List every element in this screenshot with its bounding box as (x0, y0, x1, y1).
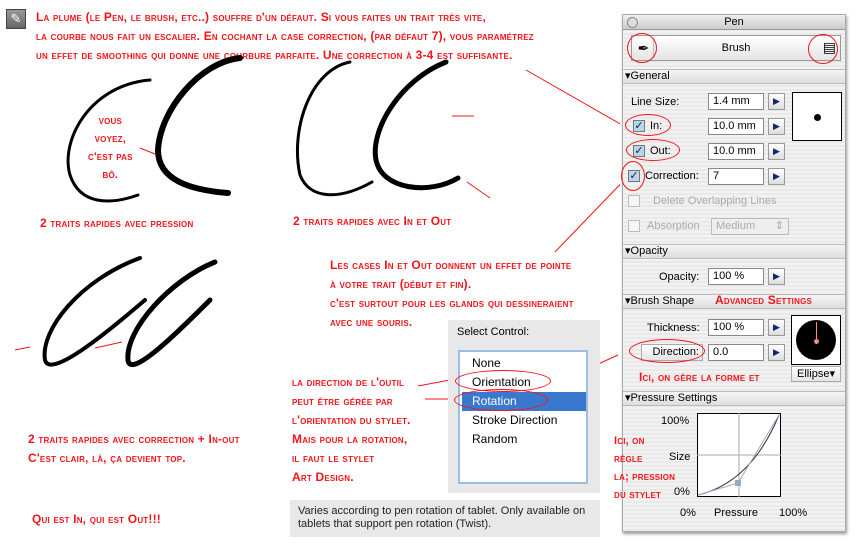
direction-field[interactable]: 0.0 (708, 344, 764, 361)
absorption-label: Absorption (647, 220, 700, 232)
pression-note: Ici, on règle la; pression du stylet (614, 435, 676, 501)
option-stroke-direction[interactable]: Stroke Direction (462, 411, 586, 430)
correction-arrow[interactable]: ▶ (768, 168, 785, 185)
section-opacity[interactable]: ▾Opacity (623, 244, 845, 259)
direction-arrow[interactable]: ▶ (768, 344, 785, 361)
delete-overlap-checkbox[interactable] (628, 195, 640, 207)
opacity-arrow[interactable]: ▶ (768, 268, 785, 285)
panel-title: Pen (724, 16, 744, 28)
out-field[interactable]: 10.0 mm (708, 143, 764, 160)
select-control-title: Select Control: (457, 326, 530, 338)
x-min-label: 0% (680, 507, 696, 519)
opacity-field[interactable]: 100 % (708, 268, 764, 285)
option-description: Varies according to pen rotation of tabl… (290, 500, 600, 537)
stroke (154, 55, 243, 196)
annotation-circle (625, 114, 671, 136)
brush-shape-preview[interactable] (791, 315, 841, 365)
annotation-circle (627, 33, 657, 63)
in-field[interactable]: 10.0 mm (708, 118, 764, 135)
section-pressure-settings[interactable]: ▾Pressure Settings (623, 391, 845, 406)
x-axis-label: Pressure (714, 507, 759, 519)
close-button[interactable] (627, 17, 638, 28)
annotation-circle (626, 139, 680, 161)
correction-field[interactable]: 7 (708, 168, 764, 185)
line-size-arrow[interactable]: ▶ (768, 93, 785, 110)
x-max-label: 100% (779, 507, 808, 519)
advanced-settings-note: Advanced Settings (715, 293, 813, 307)
brush-preview (792, 92, 842, 141)
opacity-label: Opacity: (659, 271, 700, 283)
direction-note: la direction de l'outil peut être gérée p… (292, 375, 411, 484)
line-size-field[interactable]: 1.4 mm (708, 93, 764, 110)
correction-label: Correction: (645, 170, 699, 182)
delete-overlap-label: Delete Overlapping Lines (653, 195, 777, 207)
caption-pression: 2 traits rapides avec pression (40, 216, 194, 230)
option-random[interactable]: Random (462, 430, 586, 449)
in-arrow[interactable]: ▶ (768, 118, 785, 135)
y-min-label: 0% (674, 486, 690, 498)
stroke (372, 59, 461, 191)
annotation-circle (621, 161, 645, 191)
annotation-circle (629, 339, 705, 363)
qui-est-note: Qui est In, qui est Out!!! (32, 512, 161, 526)
pressure-curve-graph[interactable] (697, 413, 781, 497)
annotation-circle (454, 389, 548, 411)
line-size-label: Line Size: (631, 96, 680, 108)
absorption-checkbox[interactable] (628, 220, 640, 232)
thickness-arrow[interactable]: ▶ (768, 319, 785, 336)
panel-titlebar[interactable]: Pen (623, 15, 845, 30)
curve-handle[interactable] (735, 480, 741, 486)
stroke (295, 60, 374, 197)
thickness-field[interactable]: 100 % (708, 319, 764, 336)
annotation-circle (808, 34, 838, 64)
stroke (125, 259, 218, 367)
out-arrow[interactable]: ▶ (768, 143, 785, 160)
thickness-label: Thickness: (647, 322, 700, 334)
vous-voyez-note: vous voyez, c'est pas bô. (88, 115, 133, 181)
caption-correction: 2 traits rapides avec correction + In-ou… (28, 432, 240, 465)
absorption-select[interactable]: Medium ⇕ (711, 218, 789, 235)
caption-in-out: 2 traits rapides avec In et Out (293, 214, 452, 228)
y-max-label: 100% (661, 415, 690, 427)
section-general[interactable]: ▾General (623, 69, 845, 84)
